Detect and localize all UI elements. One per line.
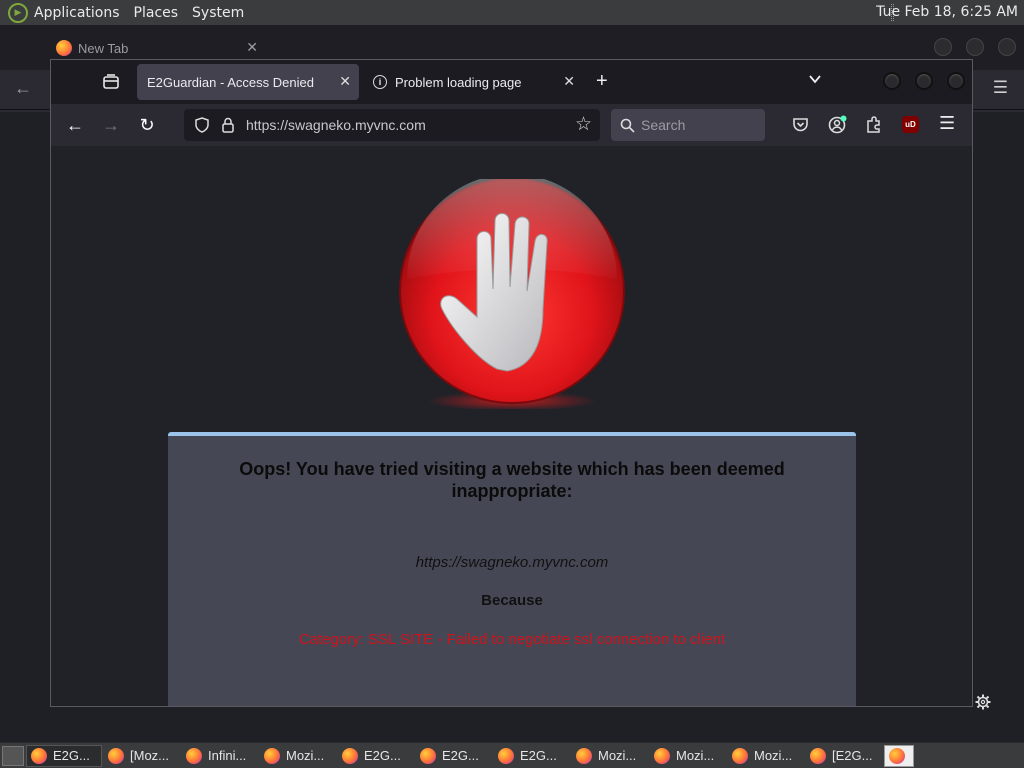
back-arrow-icon[interactable]: ←	[14, 78, 32, 99]
taskbar-item[interactable]: Mozi...	[650, 745, 726, 767]
firefox-icon	[56, 40, 72, 56]
reload-button[interactable]: ↻	[135, 113, 159, 137]
lock-icon[interactable]	[221, 117, 235, 133]
firefox-icon	[810, 747, 826, 764]
ublock-origin-icon[interactable]: uD	[902, 116, 919, 133]
hamburger-menu-icon[interactable]: ☰	[939, 113, 955, 134]
firefox-icon	[576, 747, 592, 764]
system-top-panel: ▶ Applications Places System Tue Feb 18,…	[0, 0, 1024, 25]
taskbar-item[interactable]: Mozi...	[728, 745, 804, 767]
ublock-badge: uD	[905, 120, 916, 129]
taskbar: E2G... [Moz... Infini... Mozi... E2G... …	[0, 743, 1024, 768]
applications-menu[interactable]: Applications	[34, 5, 120, 21]
firefox-icon	[654, 747, 670, 764]
firefox-icon	[342, 747, 358, 764]
firefox-icon	[889, 747, 905, 764]
taskbar-item[interactable]: Mozi...	[260, 745, 336, 767]
taskbar-item[interactable]: E2G...	[338, 745, 414, 767]
taskbar-item-label: E2G...	[520, 748, 557, 763]
tab-problem-loading[interactable]: i Problem loading page ✕	[363, 64, 583, 100]
taskbar-item[interactable]: E2G...	[416, 745, 492, 767]
firefox-icon	[186, 747, 202, 764]
taskbar-item[interactable]: Infini...	[182, 745, 258, 767]
blocked-url: https://swagneko.myvnc.com	[415, 554, 609, 571]
tab-bar: E2Guardian - Access Denied ✕ i Problem l…	[51, 60, 972, 104]
tab-title: E2Guardian - Access Denied	[147, 74, 314, 90]
maximize-button[interactable]	[966, 38, 984, 56]
url-text: https://swagneko.myvnc.com	[246, 117, 426, 133]
places-menu[interactable]: Places	[134, 5, 179, 21]
clock[interactable]: Tue Feb 18, 6:25 AM	[876, 4, 1018, 20]
taskbar-item-label: Infini...	[208, 748, 247, 763]
pocket-icon[interactable]	[792, 116, 809, 133]
maximize-button[interactable]	[915, 72, 933, 90]
hamburger-menu-icon[interactable]: ☰	[993, 78, 1008, 98]
firefox-icon	[108, 747, 124, 764]
taskbar-item-label: E2G...	[442, 748, 479, 763]
firefox-icon	[732, 747, 748, 764]
because-label: Because	[481, 592, 543, 609]
block-reason: Category: SSL SITE - Failed to negotiate…	[298, 631, 726, 648]
page-title: Oops! You have tried visiting a website …	[239, 459, 785, 501]
firefox-view-icon[interactable]	[101, 72, 121, 92]
taskbar-item-label: E2G...	[364, 748, 401, 763]
taskbar-item-label: E2G...	[53, 748, 90, 763]
system-menu[interactable]: System	[192, 5, 244, 21]
tab-access-denied[interactable]: E2Guardian - Access Denied ✕	[137, 64, 359, 100]
taskbar-item-label: [Moz...	[130, 748, 170, 763]
taskbar-item[interactable]: E2G...	[494, 745, 570, 767]
firefox-icon	[420, 747, 436, 764]
access-denied-panel: Oops! You have tried visiting a website …	[168, 432, 856, 706]
taskbar-item[interactable]: E2G...	[26, 744, 102, 767]
url-bar[interactable]: https://swagneko.myvnc.com ☆	[184, 109, 600, 141]
chevron-down-icon[interactable]	[808, 72, 822, 86]
bookmark-star-icon[interactable]: ☆	[575, 113, 592, 136]
tab-title: Problem loading page	[395, 74, 522, 90]
minimize-button[interactable]	[934, 38, 952, 56]
firefox-icon	[498, 747, 514, 764]
info-icon: i	[373, 75, 387, 89]
show-desktop-button[interactable]	[2, 745, 24, 766]
background-tab-title: New Tab	[78, 40, 129, 56]
shield-icon[interactable]	[194, 117, 210, 133]
close-icon[interactable]: ✕	[563, 73, 575, 90]
new-tab-button[interactable]: +	[596, 70, 608, 93]
extensions-icon[interactable]	[865, 115, 883, 133]
taskbar-item-label: Mozi...	[598, 748, 637, 763]
taskbar-item[interactable]: [Moz...	[104, 745, 180, 767]
close-window-button[interactable]	[947, 72, 965, 90]
account-icon[interactable]	[828, 115, 847, 134]
minimize-button[interactable]	[883, 72, 901, 90]
taskbar-item-label: [E2G...	[832, 748, 873, 763]
close-window-button[interactable]	[998, 38, 1016, 56]
taskbar-item[interactable]: [E2G...	[806, 745, 882, 767]
back-button[interactable]: ←	[63, 113, 87, 137]
taskbar-item[interactable]: Mozi...	[572, 745, 648, 767]
close-icon[interactable]: ✕	[246, 39, 258, 56]
navigation-toolbar: ← → ↻ https://swagneko.myvnc.com ☆ Searc…	[51, 104, 972, 146]
search-icon	[620, 118, 635, 133]
taskbar-item-label: Mozi...	[286, 748, 325, 763]
close-icon[interactable]: ✕	[339, 73, 351, 90]
taskbar-item-label: Mozi...	[676, 748, 715, 763]
browser-window: E2Guardian - Access Denied ✕ i Problem l…	[50, 59, 973, 707]
taskbar-item-label: Mozi...	[754, 748, 793, 763]
stop-hand-icon	[399, 179, 625, 409]
taskbar-item-current[interactable]	[884, 744, 914, 767]
gear-icon[interactable]	[975, 694, 991, 710]
firefox-icon	[264, 747, 280, 764]
forward-button[interactable]: →	[99, 113, 123, 137]
page-content: Oops! You have tried visiting a website …	[51, 146, 972, 706]
search-input[interactable]: Search	[611, 109, 765, 141]
firefox-icon	[31, 747, 47, 764]
distro-logo-icon[interactable]: ▶	[8, 2, 28, 23]
search-placeholder: Search	[641, 117, 686, 133]
